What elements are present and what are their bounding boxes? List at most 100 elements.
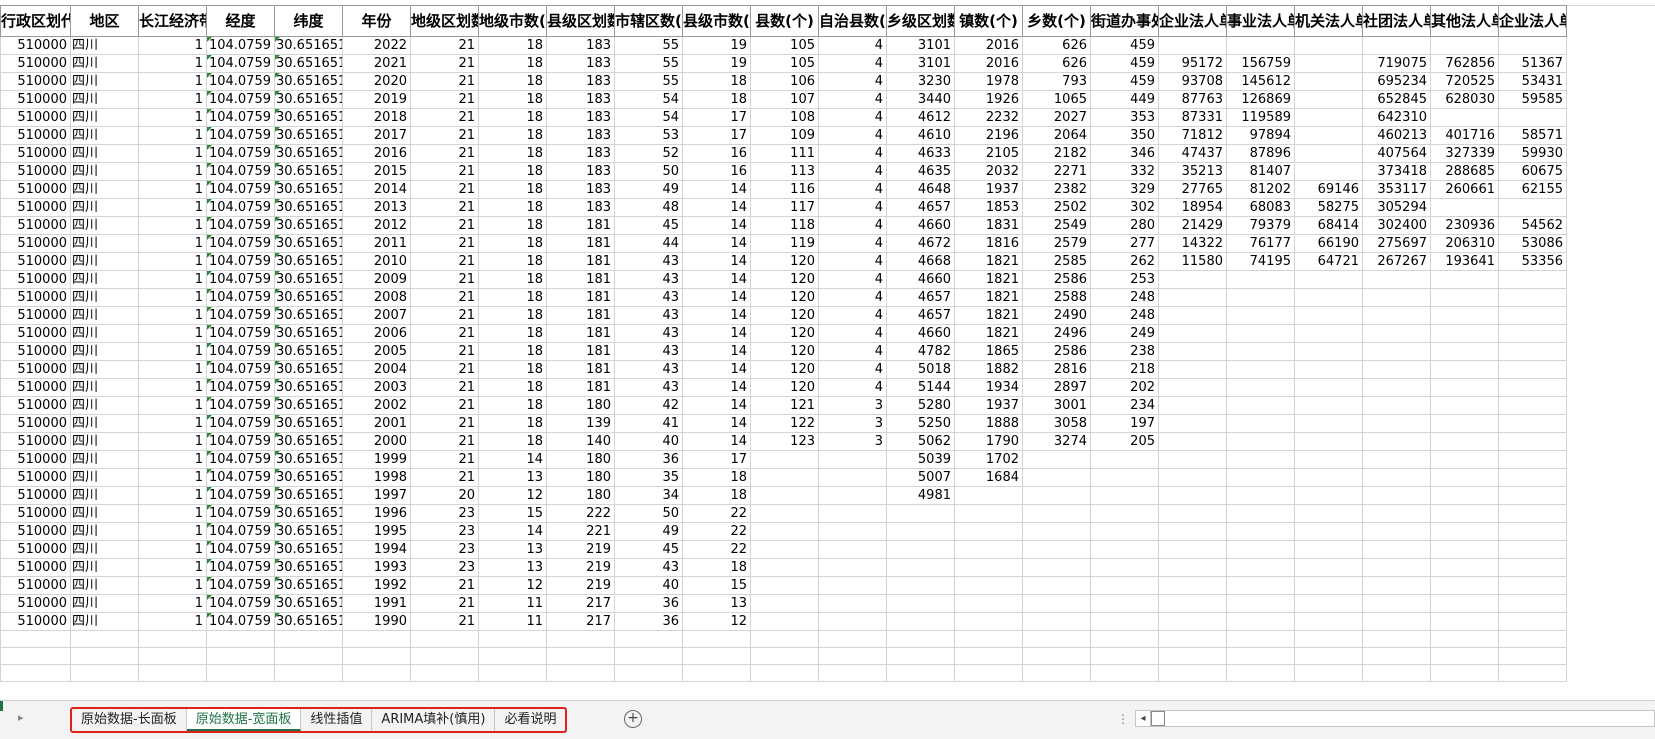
table-cell[interactable]: 1865 — [954, 342, 1023, 361]
table-cell[interactable]: 1997 — [342, 486, 411, 505]
table-cell[interactable]: 108 — [750, 108, 819, 127]
table-cell[interactable]: 18 — [478, 72, 547, 91]
table-cell[interactable]: 42 — [614, 396, 683, 415]
table-cell[interactable]: 21 — [410, 360, 479, 379]
table-cell[interactable]: 4 — [818, 108, 887, 127]
table-cell[interactable]: 30.651651 — [274, 216, 343, 235]
table-cell[interactable]: 280 — [1090, 216, 1159, 235]
table-cell[interactable]: 21 — [410, 162, 479, 181]
table-cell[interactable]: 18 — [478, 162, 547, 181]
table-cell[interactable]: 3001 — [1022, 396, 1091, 415]
column-header[interactable]: 街道办事处(个) — [1090, 5, 1159, 37]
table-cell[interactable]: 120 — [750, 378, 819, 397]
table-cell[interactable]: 104.0759 — [206, 360, 275, 379]
table-cell[interactable]: 5144 — [886, 378, 955, 397]
table-cell[interactable]: 238 — [1090, 342, 1159, 361]
table-cell[interactable] — [1294, 540, 1363, 559]
table-cell[interactable]: 120 — [750, 252, 819, 271]
table-cell[interactable]: 248 — [1090, 306, 1159, 325]
table-cell[interactable]: 119589 — [1226, 108, 1295, 127]
column-header[interactable]: 乡数(个) — [1022, 5, 1091, 37]
table-cell[interactable] — [750, 522, 819, 541]
table-cell[interactable] — [750, 612, 819, 631]
table-cell[interactable]: 111 — [750, 144, 819, 163]
table-cell[interactable] — [1362, 612, 1431, 631]
table-cell[interactable]: 13 — [478, 540, 547, 559]
table-cell[interactable]: 4 — [818, 144, 887, 163]
table-cell[interactable] — [1226, 378, 1295, 397]
table-cell[interactable]: 510000 — [0, 468, 71, 487]
table-cell[interactable]: 104.0759 — [206, 72, 275, 91]
table-cell[interactable]: 5250 — [886, 414, 955, 433]
table-cell[interactable] — [1090, 594, 1159, 613]
table-cell[interactable] — [274, 630, 343, 648]
table-cell[interactable]: 1 — [138, 252, 207, 271]
table-cell[interactable]: 43 — [614, 558, 683, 577]
table-cell[interactable]: 18 — [478, 414, 547, 433]
table-cell[interactable]: 4 — [818, 342, 887, 361]
table-cell[interactable]: 510000 — [0, 90, 71, 109]
table-cell[interactable] — [1430, 324, 1499, 343]
table-cell[interactable] — [1226, 306, 1295, 325]
table-cell[interactable] — [750, 504, 819, 523]
table-cell[interactable]: 18 — [478, 306, 547, 325]
table-cell[interactable] — [1226, 540, 1295, 559]
table-cell[interactable] — [1294, 504, 1363, 523]
table-cell[interactable]: 21 — [410, 594, 479, 613]
table-cell[interactable]: 183 — [546, 144, 615, 163]
table-cell[interactable] — [1226, 647, 1295, 665]
table-cell[interactable] — [750, 594, 819, 613]
table-cell[interactable]: 53356 — [1498, 252, 1567, 271]
table-cell[interactable] — [1226, 486, 1295, 505]
table-cell[interactable]: 183 — [546, 126, 615, 145]
table-cell[interactable] — [1294, 594, 1363, 613]
table-cell[interactable] — [1090, 504, 1159, 523]
table-cell[interactable]: 30.651651 — [274, 180, 343, 199]
table-cell[interactable] — [1430, 198, 1499, 217]
table-cell[interactable]: 1853 — [954, 198, 1023, 217]
table-cell[interactable]: 21 — [410, 450, 479, 469]
table-cell[interactable]: 21 — [410, 90, 479, 109]
previous-sheets-icon[interactable]: ▸ — [18, 711, 24, 724]
column-header[interactable]: 镇数(个) — [954, 5, 1023, 37]
table-cell[interactable]: 30.651651 — [274, 558, 343, 577]
table-cell[interactable]: 1993 — [342, 558, 411, 577]
table-cell[interactable]: 36 — [614, 594, 683, 613]
scroll-thumb[interactable] — [1151, 711, 1165, 726]
table-cell[interactable] — [818, 576, 887, 595]
table-cell[interactable]: 249 — [1090, 324, 1159, 343]
table-cell[interactable]: 14 — [682, 234, 751, 253]
table-cell[interactable]: 2586 — [1022, 270, 1091, 289]
table-cell[interactable]: 4 — [818, 198, 887, 217]
table-cell[interactable]: 117 — [750, 198, 819, 217]
table-cell[interactable]: 11580 — [1158, 252, 1227, 271]
table-cell[interactable] — [1158, 522, 1227, 541]
table-cell[interactable]: 1 — [138, 558, 207, 577]
table-cell[interactable]: 21 — [410, 36, 479, 55]
table-cell[interactable]: 104.0759 — [206, 414, 275, 433]
table-cell[interactable]: 2011 — [342, 234, 411, 253]
table-cell[interactable]: 2004 — [342, 360, 411, 379]
table-cell[interactable]: 四川 — [70, 90, 139, 109]
table-cell[interactable] — [138, 647, 207, 665]
table-cell[interactable]: 104.0759 — [206, 306, 275, 325]
table-cell[interactable] — [614, 647, 683, 665]
table-cell[interactable] — [70, 630, 139, 648]
table-cell[interactable]: 510000 — [0, 540, 71, 559]
table-cell[interactable]: 41 — [614, 414, 683, 433]
table-cell[interactable] — [1090, 664, 1159, 682]
table-cell[interactable]: 762856 — [1430, 54, 1499, 73]
table-cell[interactable]: 4660 — [886, 216, 955, 235]
table-cell[interactable]: 23 — [410, 522, 479, 541]
column-header[interactable]: 行政区划代码 — [0, 5, 71, 37]
table-cell[interactable] — [1158, 396, 1227, 415]
table-cell[interactable] — [1362, 378, 1431, 397]
table-cell[interactable]: 4657 — [886, 306, 955, 325]
table-cell[interactable]: 66190 — [1294, 234, 1363, 253]
table-cell[interactable]: 1 — [138, 216, 207, 235]
table-cell[interactable] — [1158, 540, 1227, 559]
table-cell[interactable]: 104.0759 — [206, 234, 275, 253]
table-cell[interactable] — [886, 540, 955, 559]
table-cell[interactable]: 4657 — [886, 288, 955, 307]
table-cell[interactable]: 4672 — [886, 234, 955, 253]
